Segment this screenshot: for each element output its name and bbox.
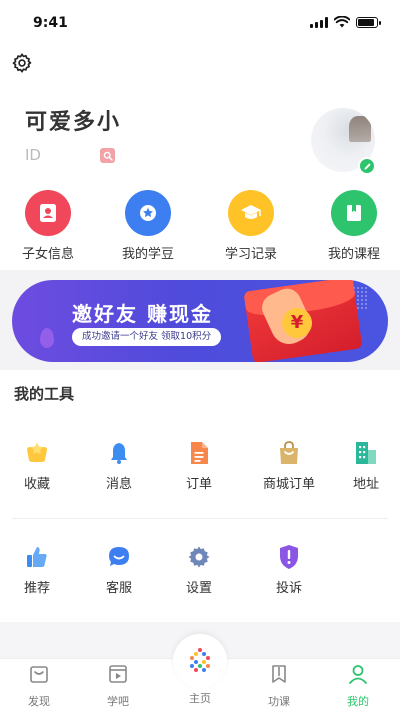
shopping-bag-icon [276,440,302,466]
homework-icon [272,665,286,683]
id-search-icon[interactable] [100,148,115,163]
wifi-icon [334,16,350,28]
tools-section-title: 我的工具 [14,385,75,403]
invite-friends-banner[interactable]: 邀好友 赚现金 成功邀请一个好友 领取10积分 ¥ [12,280,388,362]
profile-id-label: ID [25,146,41,164]
tool-label: 收藏 [23,477,50,492]
tab-label: 我的 [347,695,369,708]
battery-icon [356,16,381,28]
tool-label: 投诉 [275,581,302,596]
tab-label: 发现 [28,695,50,708]
decorative-drop-icon [40,328,54,348]
status-bar: 9:41 [0,0,400,44]
yuan-coin-icon: ¥ [282,308,312,338]
quick-entry-label: 学习记录 [224,247,277,262]
tool-favorites[interactable]: 收藏 [2,440,72,492]
tool-settings[interactable]: 设置 [164,544,234,596]
status-icons [310,16,381,28]
profile-name: 可爱多小 [25,110,122,135]
chat-bubble-icon [106,544,132,570]
tab-label: 功课 [268,695,290,708]
tab-discover[interactable]: 发现 [9,663,69,709]
tool-label: 推荐 [23,581,50,596]
tool-label: 消息 [105,477,132,492]
avatar-photo [349,116,371,142]
tools-divider [12,518,388,519]
star-icon [24,440,50,466]
banner-subtitle: 成功邀请一个好友 领取10积分 [72,328,222,346]
edit-pencil-icon[interactable] [358,157,376,175]
settings-gear-icon[interactable] [11,52,33,74]
quick-entry-row: 子女信息 我的学豆 学习记录 我的课程 [0,190,400,270]
tab-homework[interactable]: 功课 [249,663,309,709]
status-time: 9:41 [33,15,68,31]
tool-label: 订单 [185,477,212,492]
quick-entry-label: 我的课程 [327,247,380,262]
quick-entry-child-info[interactable]: 子女信息 [8,190,88,262]
tool-label: 设置 [185,581,212,596]
quick-entry-study-record[interactable]: 学习记录 [211,190,291,262]
signal-icon [310,16,328,28]
tab-mine[interactable]: 我的 [328,663,388,709]
document-icon [186,440,212,466]
child-card-icon [25,190,71,236]
graduation-cap-icon [228,190,274,236]
thumbs-up-icon [24,544,50,570]
tool-orders[interactable]: 订单 [164,440,234,492]
tab-label: 学吧 [107,695,129,708]
tool-label: 地址 [352,477,379,492]
tool-recommend[interactable]: 推荐 [2,544,72,596]
quick-entry-my-courses[interactable]: 我的课程 [314,190,394,262]
discover-icon [30,666,48,683]
battery-level [358,18,375,26]
quick-entry-label: 子女信息 [21,247,74,262]
shield-alert-icon [276,544,302,570]
tool-label: 客服 [105,581,132,596]
building-icon [353,440,379,466]
bell-icon [106,440,132,466]
profile-icon [349,665,367,684]
tool-messages[interactable]: 消息 [84,440,154,492]
gear-icon [186,544,212,570]
tool-address[interactable]: 地址 [331,440,400,492]
tab-home[interactable] [173,634,227,688]
tab-home-label: 主页 [189,692,211,705]
book-icon [331,190,377,236]
tool-mall-orders[interactable]: 商城订单 [254,440,324,492]
tool-customer-service[interactable]: 客服 [84,544,154,596]
star-bean-icon [125,190,171,236]
tab-study[interactable]: 学吧 [88,663,148,709]
quick-entry-my-beans[interactable]: 我的学豆 [108,190,188,262]
tool-label: 商城订单 [262,477,315,492]
tool-complaint[interactable]: 投诉 [254,544,324,596]
banner-title: 邀好友 赚现金 [72,302,213,326]
play-icon [109,665,127,683]
home-logo-icon [190,648,210,672]
quick-entry-label: 我的学豆 [121,247,174,262]
